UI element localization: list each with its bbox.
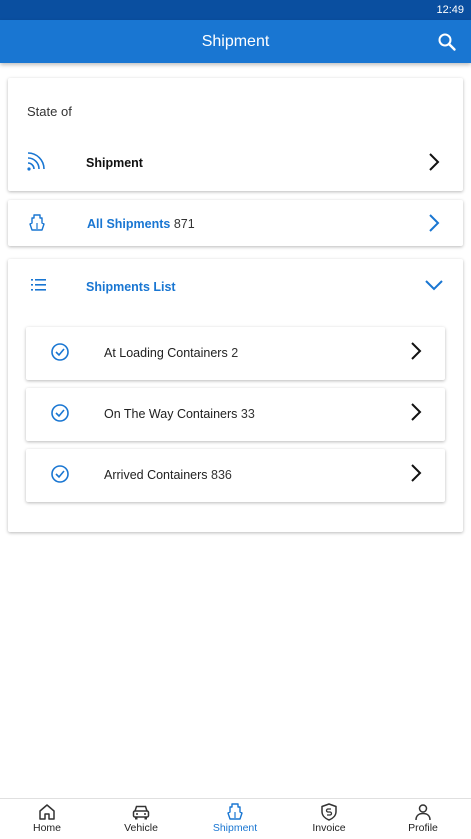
nav-label: Shipment [212,822,258,834]
ship-icon [29,214,45,231]
list-item-text: On The Way Containers 33 [104,407,255,421]
nav-item-invoice[interactable]: Invoice [282,799,376,839]
list-item-label: At Loading Containers [104,346,228,360]
nav-label: Profile [408,822,438,834]
search-button[interactable] [436,31,458,53]
list-item-label: Arrived Containers [104,468,208,482]
nav-label: Invoice [312,822,346,834]
chevron-right-icon [429,214,440,232]
all-shipments-row[interactable]: All Shipments 871 [8,200,463,246]
list-item-on-the-way[interactable]: On The Way Containers 33 [26,388,445,441]
search-icon [438,33,456,51]
state-card: State of Shipment [8,78,463,191]
list-item-count: 2 [231,346,239,360]
all-shipments-card: All Shipments 871 [8,200,463,246]
home-icon [39,804,55,820]
shield-dollar-icon [321,803,337,821]
check-circle-icon [51,404,69,422]
list-item-count: 33 [240,407,255,421]
all-shipments-text: All Shipments 871 [87,217,195,231]
check-circle-icon [51,465,69,483]
nav-label: Vehicle [124,822,158,834]
list-item-arrived[interactable]: Arrived Containers 836 [26,449,445,502]
shipments-list-card: Shipments List At Loading Containers 2 O… [8,259,463,532]
list-item-count: 836 [211,468,232,482]
app-bar: Shipment [0,20,471,63]
chevron-down-icon [425,280,443,291]
car-icon [132,805,150,820]
state-shipment-row[interactable]: Shipment [8,142,463,182]
nav-item-vehicle[interactable]: Vehicle [94,799,188,839]
bottom-nav: Home Vehicle Shipment Invoice Profile [0,798,471,839]
signal-waves-icon [27,152,45,171]
chevron-right-icon [429,153,440,171]
person-icon [415,804,431,821]
state-of-label: State of [27,104,72,119]
list-item-label: On The Way Containers [104,407,238,421]
status-time: 12:49 [436,4,464,16]
chevron-right-icon [411,464,422,482]
nav-item-shipment[interactable]: Shipment [188,799,282,839]
nav-item-home[interactable]: Home [0,799,94,839]
nav-item-profile[interactable]: Profile [376,799,470,839]
all-shipments-label: All Shipments [87,217,171,231]
nav-label: Home [32,822,61,834]
chevron-right-icon [411,403,422,421]
check-circle-icon [51,343,69,361]
status-bar: 12:49 [0,0,471,20]
list-icon [31,279,46,291]
list-item-text: Arrived Containers 836 [104,468,232,482]
shipments-list-title: Shipments List [86,280,176,294]
list-item-at-loading[interactable]: At Loading Containers 2 [26,327,445,380]
chevron-right-icon [411,342,422,360]
ship-icon [227,803,243,820]
shipments-list-toggle[interactable]: Shipments List [8,259,463,313]
page-title: Shipment [201,33,270,50]
list-item-text: At Loading Containers 2 [104,346,238,360]
state-shipment-label: Shipment [86,156,143,170]
all-shipments-count: 871 [173,217,195,231]
